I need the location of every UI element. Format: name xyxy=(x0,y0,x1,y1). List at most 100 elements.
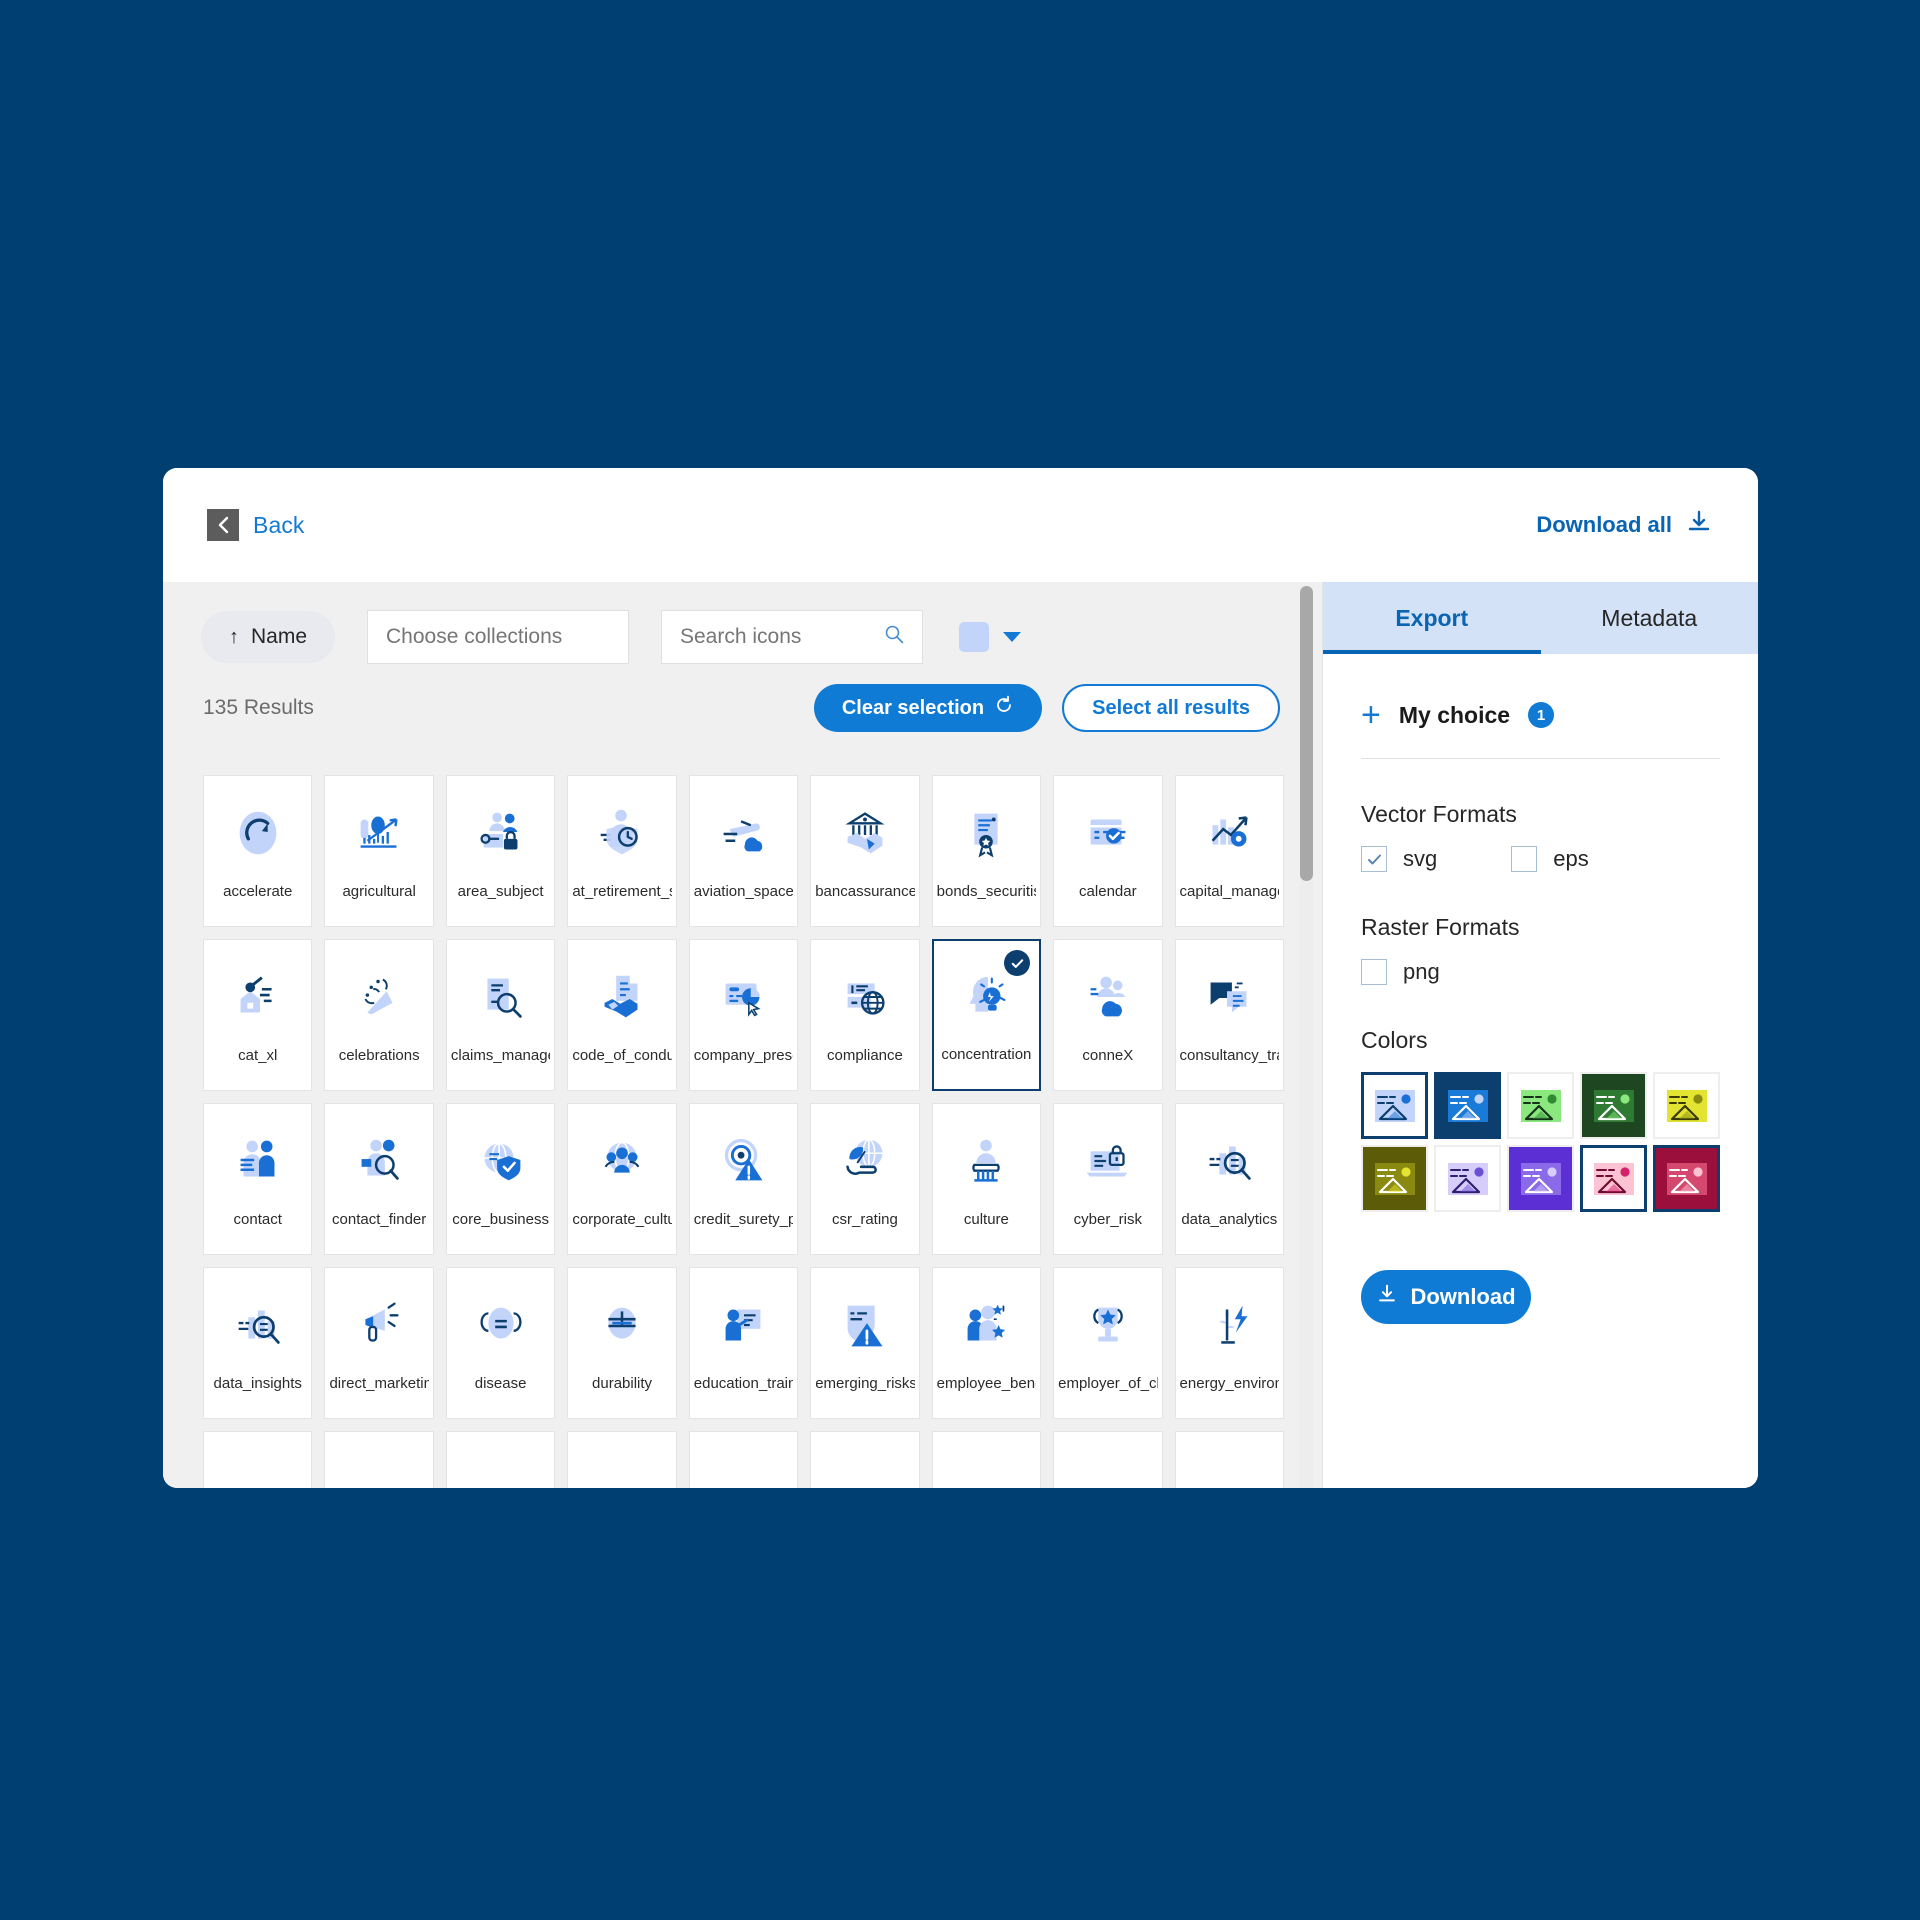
icon-cell-calendar[interactable]: calendar xyxy=(1053,775,1163,927)
icon-cell-energy_environm[interactable]: energy_environm... xyxy=(1174,1267,1284,1419)
icon-cell-contact_finder[interactable]: contact_finder xyxy=(324,1103,434,1255)
my-choice-section[interactable]: + My choice 1 xyxy=(1361,698,1720,759)
icon-label: energy_environm... xyxy=(1179,1375,1279,1392)
icon-grid-scroll-area: accelerate agricultural area_subject at_ret… xyxy=(163,775,1322,1488)
people-globe-icon xyxy=(591,1130,653,1192)
icon-cell-direct_marketing[interactable]: direct_marketing xyxy=(324,1267,434,1419)
icon-cell-at_retirement_sol[interactable]: at_retirement_sol... xyxy=(567,775,677,927)
globe-shield-icon xyxy=(470,1130,532,1192)
icon-cell-aviation_space[interactable]: aviation_space xyxy=(688,775,799,927)
icon-cell-partial[interactable] xyxy=(1174,1431,1284,1488)
download-icon xyxy=(1376,1283,1398,1311)
icon-cell-employee_benefits[interactable]: employee_benefits xyxy=(931,1267,1042,1419)
color-swatch-2[interactable] xyxy=(1507,1072,1574,1139)
color-swatch-6[interactable] xyxy=(1434,1145,1501,1212)
color-swatch-4[interactable] xyxy=(1653,1072,1720,1139)
tab-export[interactable]: Export xyxy=(1323,582,1541,654)
chevron-left-icon xyxy=(207,509,239,541)
icon-cell-area_subject[interactable]: area_subject xyxy=(445,775,556,927)
icon-cell-corporate_culture[interactable]: corporate_culture xyxy=(567,1103,677,1255)
icon-cell-agricultural[interactable]: agricultural xyxy=(324,775,434,927)
icon-cell-bonds_securitisa[interactable]: bonds_securitisa... xyxy=(931,775,1042,927)
icon-cell-core_business[interactable]: core_business xyxy=(445,1103,556,1255)
icon-label: aviation_space xyxy=(693,883,794,900)
select-all-results-button[interactable]: Select all results xyxy=(1062,684,1280,732)
checkbox-svg[interactable] xyxy=(1361,846,1387,872)
icon-browser-pane: ↑ Name Choose collections Search icons 1… xyxy=(163,582,1322,1488)
icon-cell-partial[interactable] xyxy=(1053,1431,1163,1488)
icon-cell-data_insights[interactable]: data_insights xyxy=(203,1267,313,1419)
color-swatch-0[interactable] xyxy=(1361,1072,1428,1139)
color-swatch-3[interactable] xyxy=(1580,1072,1647,1139)
icon-cell-partial[interactable] xyxy=(567,1431,677,1488)
color-swatch-7[interactable] xyxy=(1507,1145,1574,1212)
icon-cell-compliance[interactable]: compliance xyxy=(810,939,920,1091)
checkbox-eps[interactable] xyxy=(1511,846,1538,872)
download-label: Download xyxy=(1410,1284,1516,1309)
icon-cell-emerging_risks[interactable]: emerging_risks xyxy=(810,1267,920,1419)
checkbox-png[interactable] xyxy=(1361,959,1387,985)
sort-by-name-button[interactable]: ↑ Name xyxy=(201,611,335,663)
icon-cell-code_of_conduct[interactable]: code_of_conduct xyxy=(567,939,677,1091)
tab-metadata[interactable]: Metadata xyxy=(1541,582,1759,654)
color-swatch-9[interactable] xyxy=(1653,1145,1720,1212)
label-eps: eps xyxy=(1553,846,1589,871)
icon-cell-claims_manage[interactable]: claims_manage... xyxy=(445,939,556,1091)
icon-cell-cyber_risk[interactable]: cyber_risk xyxy=(1053,1103,1163,1255)
grid-scrollbar-thumb[interactable] xyxy=(1300,586,1313,881)
filter-toolbar: ↑ Name Choose collections Search icons xyxy=(163,582,1322,664)
label-svg: svg xyxy=(1403,846,1438,871)
clear-selection-button[interactable]: Clear selection xyxy=(813,684,1043,732)
icon-cell-credit_surety_pol[interactable]: credit_surety_pol... xyxy=(688,1103,799,1255)
icon-cell-partial[interactable] xyxy=(324,1431,434,1488)
color-filter-dropdown[interactable] xyxy=(959,622,1021,652)
back-button[interactable]: Back xyxy=(207,509,305,541)
icon-cell-company_presen[interactable]: company_presen... xyxy=(688,939,799,1091)
color-swatch-1[interactable] xyxy=(1434,1072,1501,1139)
megaphone-icon xyxy=(348,1294,410,1356)
icon-cell-accelerate[interactable]: accelerate xyxy=(203,775,313,927)
collections-select[interactable]: Choose collections xyxy=(367,610,629,664)
hand-leaf-globe-icon xyxy=(834,1130,896,1192)
icon-cell-celebrations[interactable]: celebrations xyxy=(324,939,434,1091)
icon-cell-capital_manage[interactable]: capital_manage... xyxy=(1174,775,1284,927)
icon-cell-partial[interactable] xyxy=(445,1431,556,1488)
icon-cell-data_analytics[interactable]: data_analytics xyxy=(1174,1103,1284,1255)
download-all-button[interactable]: Download all xyxy=(1536,509,1712,541)
search-input[interactable]: Search icons xyxy=(661,610,923,664)
selected-check-icon xyxy=(1004,950,1031,976)
icon-cell-partial[interactable] xyxy=(203,1431,313,1488)
window-body: ↑ Name Choose collections Search icons 1… xyxy=(163,582,1758,1488)
icon-cell-durability[interactable]: durability xyxy=(567,1267,677,1419)
icon-cell-cat_xl[interactable]: cat_xl xyxy=(203,939,313,1091)
icon-cell-partial[interactable] xyxy=(688,1431,799,1488)
icon-cell-education_training[interactable]: education_training xyxy=(688,1267,799,1419)
icon-cell-disease[interactable]: disease xyxy=(445,1267,556,1419)
icon-cell-partial[interactable] xyxy=(810,1431,920,1488)
icon-cell-concentration[interactable]: concentration xyxy=(931,939,1042,1091)
color-swatch-5[interactable] xyxy=(1361,1145,1428,1212)
icon-label: agricultural xyxy=(342,883,416,900)
icon-cell-consultancy_trai[interactable]: consultancy_trai... xyxy=(1174,939,1284,1091)
laptop-lock-icon xyxy=(1077,1130,1139,1192)
icon-cell-csr_rating[interactable]: csr_rating xyxy=(810,1103,920,1255)
refresh-icon xyxy=(994,695,1014,721)
results-toolbar: 135 Results Clear selection Select all r… xyxy=(163,664,1322,732)
people-stars-icon xyxy=(955,1294,1017,1356)
icon-cell-conneX[interactable]: conneX xyxy=(1053,939,1163,1091)
icon-cell-bancassurance[interactable]: bancassurance xyxy=(810,775,920,927)
icon-cell-culture[interactable]: culture xyxy=(931,1103,1042,1255)
icon-label: capital_manage... xyxy=(1179,883,1279,900)
icon-label: at_retirement_sol... xyxy=(572,883,671,900)
icon-label: bonds_securitisa... xyxy=(936,883,1036,900)
icon-label: claims_manage... xyxy=(450,1047,550,1064)
export-panel: Export Metadata + My choice 1 Vector For… xyxy=(1322,582,1758,1488)
icon-cell-contact[interactable]: contact xyxy=(203,1103,313,1255)
color-swatch-8[interactable] xyxy=(1580,1145,1647,1212)
download-button[interactable]: Download xyxy=(1361,1270,1531,1324)
vector-formats-title: Vector Formats xyxy=(1361,801,1517,827)
raster-formats-options: png xyxy=(1361,959,1720,985)
icon-label: disease xyxy=(474,1375,527,1392)
icon-cell-partial[interactable] xyxy=(931,1431,1042,1488)
icon-cell-employer_of_cho[interactable]: employer_of_cho... xyxy=(1053,1267,1163,1419)
